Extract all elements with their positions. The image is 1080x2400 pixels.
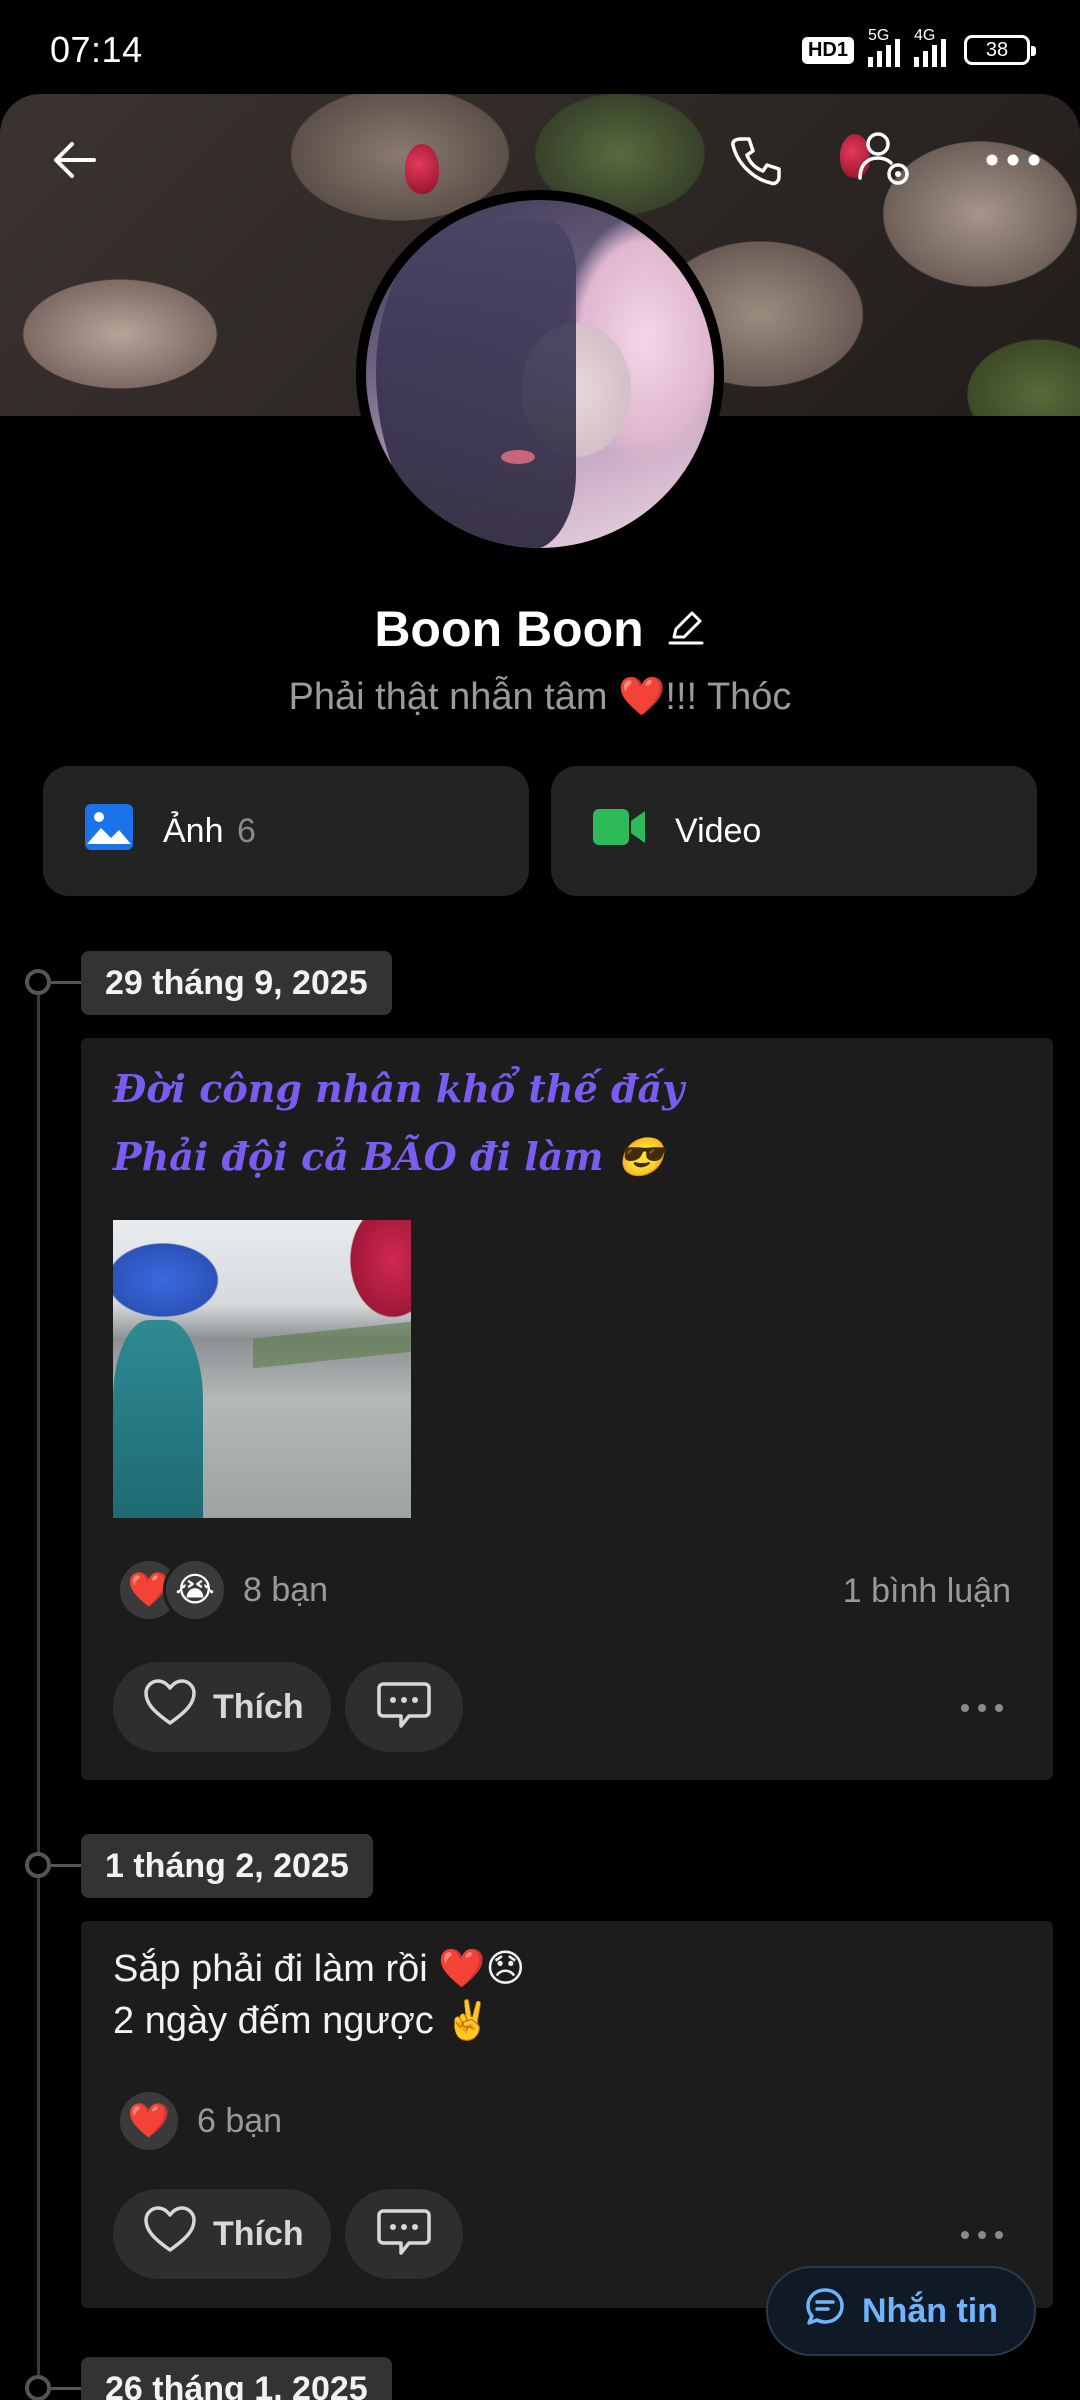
timeline-connector [51, 2387, 81, 2390]
post-more-icon[interactable] [961, 2231, 1003, 2239]
status-bar: 07:14 HD1 5G 4G 38 [0, 0, 1080, 100]
profile-settings-icon[interactable] [852, 126, 918, 192]
comment-button[interactable] [345, 2189, 463, 2279]
chat-bubble-icon [804, 2286, 846, 2337]
status-time: 07:14 [50, 29, 143, 70]
phone-icon[interactable] [724, 130, 786, 192]
post-card[interactable]: Sắp phải đi làm rồi ❤️😞 2 ngày đếm ngược… [81, 1921, 1053, 2308]
like-label: Thích [213, 2214, 304, 2253]
status-icons: HD1 5G 4G 38 [801, 27, 1036, 67]
post-photo[interactable] [113, 1220, 411, 1518]
battery-icon: 38 [964, 35, 1036, 65]
post-date: 29 tháng 9, 2025 [81, 951, 392, 1015]
post-date: 26 tháng 1, 2025 [81, 2357, 392, 2400]
battery-level: 38 [985, 38, 1009, 61]
back-arrow-icon[interactable] [44, 130, 104, 190]
post-text-line: 2 ngày đếm ngược ✌️ [113, 2000, 492, 2042]
like-button[interactable]: Thích [113, 1662, 331, 1752]
comment-icon [377, 1680, 431, 1735]
post-card[interactable]: Đời công nhân khổ thế đấy Phải đội cả BÃ… [81, 1038, 1053, 1780]
reaction-count: 8 bạn [243, 1570, 329, 1609]
video-icon [591, 805, 647, 858]
reactions-summary[interactable]: ❤️ 😭 8 bạn [117, 1558, 328, 1622]
comment-button[interactable] [345, 1662, 463, 1752]
like-button[interactable]: Thích [113, 2189, 331, 2279]
profile-name: Boon Boon [374, 601, 644, 657]
timeline-node [25, 969, 51, 995]
reaction-count: 6 bạn [197, 2101, 283, 2140]
profile-toolbar [0, 130, 1080, 190]
post-text-line: Sắp phải đi làm rồi ❤️😞 [113, 1948, 526, 1990]
comment-icon [377, 2207, 431, 2262]
videos-label: Video [675, 811, 762, 850]
message-button[interactable]: Nhắn tin [766, 2266, 1036, 2356]
avatar[interactable] [356, 190, 724, 558]
post-text-line: Phải đội cả BÃO đi làm 😎 [113, 1134, 665, 1179]
signal-5g-icon: 5G [868, 27, 900, 67]
photo-icon [83, 802, 135, 861]
photos-label: Ảnh [163, 811, 224, 850]
videos-button[interactable]: Video [551, 766, 1037, 896]
timeline-connector [51, 1864, 81, 1867]
profile-bio: Phải thật nhẫn tâm ❤️!!! Thóc [288, 676, 792, 718]
timeline-node [25, 2375, 51, 2400]
signal-4g-icon: 4G [914, 27, 946, 67]
reactions-summary[interactable]: ❤️ 6 bạn [117, 2089, 282, 2153]
net-label-4g: 4G [914, 27, 936, 44]
more-options-icon[interactable] [980, 130, 1046, 190]
timeline-connector [51, 981, 81, 984]
heart-outline-icon [143, 1678, 197, 1736]
like-label: Thích [213, 1687, 304, 1726]
heart-reaction-icon: ❤️ [117, 2089, 181, 2153]
post-more-icon[interactable] [961, 1704, 1003, 1712]
timeline-node [25, 1852, 51, 1878]
hd-badge: HD1 [801, 36, 854, 64]
heart-outline-icon [143, 2205, 197, 2263]
photos-count: 6 [236, 811, 256, 850]
post-date: 1 tháng 2, 2025 [81, 1834, 373, 1898]
photos-button[interactable]: Ảnh 6 [43, 766, 529, 896]
profile-name-row: Boon Boon [0, 600, 1080, 658]
crying-reaction-icon: 😭 [163, 1558, 227, 1622]
edit-name-icon[interactable] [666, 607, 706, 652]
message-label: Nhắn tin [862, 2291, 998, 2330]
post-text-line: Đời công nhân khổ thế đấy [113, 1066, 685, 1111]
comment-count[interactable]: 1 bình luận [843, 1572, 1011, 1611]
timeline-line [37, 982, 40, 2400]
net-label-5g: 5G [868, 27, 890, 44]
